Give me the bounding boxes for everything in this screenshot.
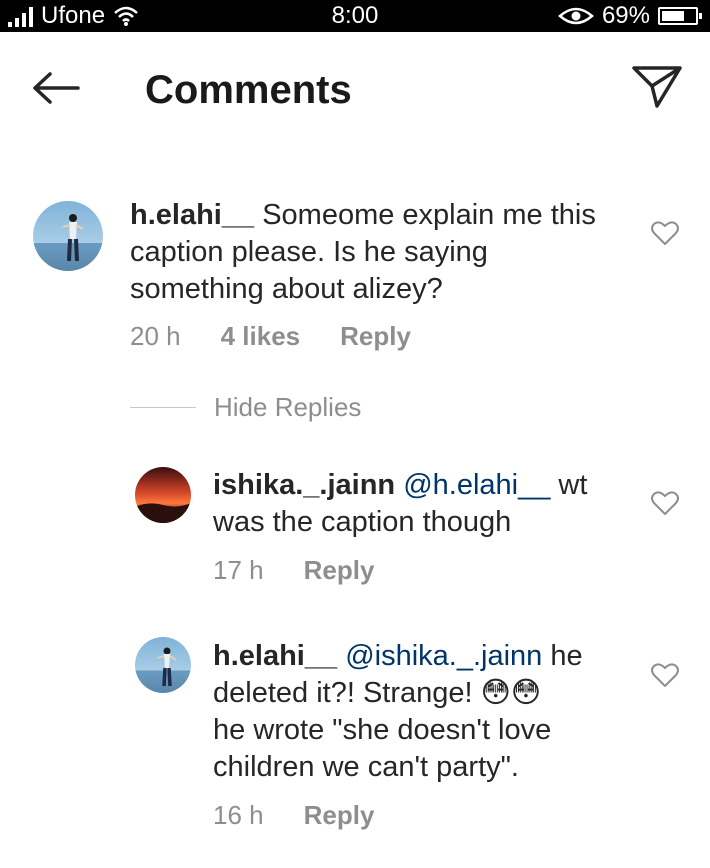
reply-text-part2: he wrote "she doesn't love children we c…	[213, 714, 552, 783]
reply-time: 17 h	[213, 555, 264, 585]
share-button[interactable]	[630, 62, 684, 112]
reply-body: ishika._.jainn @h.elahi__ wt was the cap…	[213, 467, 613, 541]
reply-body: h.elahi__ @ishika._.jainn he deleted it?…	[213, 638, 613, 786]
divider	[130, 407, 196, 408]
arrow-left-icon	[33, 72, 80, 104]
page-title: Comments	[145, 68, 352, 112]
reply-button[interactable]: Reply	[304, 800, 375, 831]
heart-icon[interactable]	[651, 490, 679, 516]
hide-replies-label: Hide Replies	[214, 392, 362, 422]
comment-body: h.elahi__ Someome explain me this captio…	[130, 197, 600, 308]
heart-icon[interactable]	[651, 662, 679, 688]
status-bar: Ufone 8:00 69%	[0, 0, 710, 32]
eye-icon	[558, 7, 594, 25]
reply-username[interactable]: h.elahi__	[213, 640, 337, 672]
reply-meta: 17 h Reply	[213, 555, 374, 586]
battery-icon	[658, 7, 702, 25]
paper-plane-icon	[632, 66, 682, 108]
avatar[interactable]	[135, 467, 191, 523]
reply-meta: 16 h Reply	[213, 800, 374, 831]
heart-icon[interactable]	[651, 220, 679, 246]
status-right: 69%	[558, 2, 702, 30]
reply-time: 16 h	[213, 800, 264, 830]
reply-username[interactable]: ishika._.jainn	[213, 469, 395, 501]
reply-mention[interactable]: @ishika._.jainn	[345, 640, 542, 672]
reply-button[interactable]: Reply	[304, 555, 375, 586]
battery-percent: 69%	[601, 2, 650, 29]
header: Comments	[0, 32, 710, 147]
comment-username[interactable]: h.elahi__	[130, 199, 254, 231]
reply-mention[interactable]: @h.elahi__	[403, 469, 550, 501]
emoji: 😳😳	[480, 677, 542, 709]
avatar[interactable]	[135, 637, 191, 693]
hide-replies-button[interactable]: Hide Replies	[130, 392, 361, 423]
reply-button[interactable]: Reply	[340, 321, 411, 352]
comment-time: 20 h	[130, 321, 181, 351]
avatar[interactable]	[33, 201, 103, 271]
comment-likes[interactable]: 4 likes	[221, 321, 301, 352]
comment-meta: 20 h 4 likes Reply	[130, 321, 411, 352]
back-button[interactable]	[28, 68, 84, 108]
